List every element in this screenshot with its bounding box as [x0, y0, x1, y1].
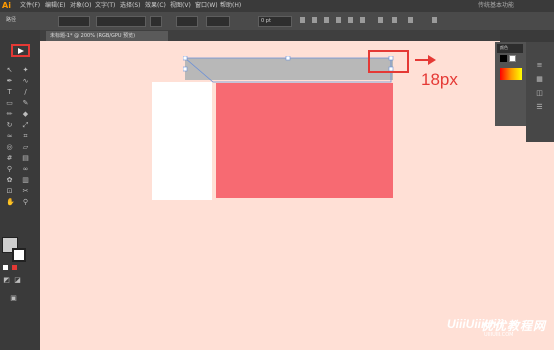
tools-panel: ↖ ✦ ✒ ∿ T / ▭ ✎ ✏ ◆ ↻ ⤢ ≈ ⌗ ◎ ▱ # ▤ ⚲ ∞ …: [0, 30, 40, 350]
menu-object[interactable]: 对象(O): [70, 0, 91, 12]
selection-bounding-box: [183, 56, 394, 83]
transform-icon[interactable]: [378, 17, 383, 23]
control-bar: 路径 0 pt: [0, 12, 554, 30]
gradient-icon[interactable]: ▤: [22, 155, 29, 162]
free-transform-icon[interactable]: ⌗: [22, 133, 29, 140]
direct-selection-icon[interactable]: ↖: [6, 67, 13, 74]
magic-wand-icon[interactable]: ✦: [22, 67, 29, 74]
blend-icon[interactable]: ∞: [22, 166, 29, 173]
control-bar-label: 路径: [6, 17, 17, 23]
menu-window[interactable]: 窗口(W): [195, 0, 218, 12]
menu-file[interactable]: 文件(F): [20, 0, 40, 12]
zoom-icon[interactable]: ⚲: [22, 199, 29, 206]
line-icon[interactable]: /: [22, 89, 29, 96]
workspace-switcher[interactable]: 传统基本功能: [478, 0, 514, 12]
menu-help[interactable]: 帮助(H): [220, 0, 241, 12]
brush-icon[interactable]: ✎: [22, 100, 29, 107]
none-color-icon[interactable]: [12, 265, 17, 270]
align-middle-icon[interactable]: [348, 17, 353, 23]
slice-icon[interactable]: ✂: [22, 188, 29, 195]
white-rectangle[interactable]: [152, 82, 212, 200]
perspective-icon[interactable]: ▱: [22, 144, 29, 151]
align-top-icon[interactable]: [336, 17, 341, 23]
color-spectrum[interactable]: [500, 68, 522, 80]
hand-icon[interactable]: ✋: [6, 199, 15, 206]
highlight-box: [368, 50, 409, 73]
document-tab[interactable]: 未标题-1* @ 200% (RGB/GPU 预览): [46, 31, 168, 41]
type-icon[interactable]: T: [6, 89, 13, 96]
artboard-icon[interactable]: ⊡: [6, 188, 13, 195]
pathfinder-panel-icon[interactable]: ◫: [536, 90, 543, 97]
stroke-weight-input[interactable]: 0 pt: [258, 16, 292, 27]
warp-icon[interactable]: ≈: [6, 133, 13, 140]
menu-select[interactable]: 选择(S): [120, 0, 141, 12]
curvature-icon[interactable]: ∿: [22, 78, 29, 85]
rotate-icon[interactable]: ↻: [6, 122, 13, 129]
align-right-icon[interactable]: [324, 17, 329, 23]
pencil-icon[interactable]: ✏: [6, 111, 13, 118]
draw-normal-icon[interactable]: ◩: [3, 277, 10, 284]
pen-icon[interactable]: ✒: [6, 78, 13, 85]
panel-icons-column: ≡ ▦ ◫ ☰: [526, 42, 554, 142]
graph-icon[interactable]: ▥: [22, 177, 29, 184]
color-panel-tab[interactable]: 颜色: [497, 44, 523, 53]
red-rectangle[interactable]: [216, 83, 393, 198]
app-logo: Ai: [2, 1, 11, 10]
default-colors-icon[interactable]: [3, 265, 8, 270]
arrow-line: [415, 59, 429, 61]
fill-dropdown[interactable]: [58, 16, 90, 27]
screen-mode-icon[interactable]: ▣: [10, 295, 17, 302]
black-swatch[interactable]: [500, 55, 507, 62]
brush-dropdown[interactable]: [176, 16, 198, 27]
transform-panel-icon[interactable]: ▦: [536, 76, 543, 83]
eraser-icon[interactable]: ◆: [22, 111, 29, 118]
align-panel-icon[interactable]: ≡: [536, 62, 543, 69]
arrange-icon[interactable]: [408, 17, 413, 23]
menu-edit[interactable]: 编辑(E): [45, 0, 65, 12]
symbol-icon[interactable]: ✿: [6, 177, 13, 184]
selection-tool-icon[interactable]: [11, 44, 30, 57]
align-center-icon[interactable]: [312, 17, 317, 23]
align-bottom-icon[interactable]: [360, 17, 365, 23]
shape-builder-icon[interactable]: ◎: [6, 144, 13, 151]
mesh-icon[interactable]: #: [6, 155, 13, 162]
annotation-label: 18px: [421, 70, 458, 89]
stroke-color-swatch[interactable]: [12, 248, 26, 262]
scale-icon[interactable]: ⤢: [22, 122, 29, 129]
layers-panel-icon[interactable]: ☰: [536, 104, 543, 111]
arrow-head-icon: [428, 55, 436, 65]
menu-effect[interactable]: 效果(C): [145, 0, 166, 12]
eyedropper-icon[interactable]: ⚲: [6, 166, 13, 173]
panel-dock-header: [500, 30, 554, 42]
color-panel-title: 颜色: [500, 45, 508, 50]
opacity-dropdown[interactable]: [206, 16, 230, 27]
draw-behind-icon[interactable]: ◪: [14, 277, 21, 284]
menu-type[interactable]: 文字(T): [95, 0, 115, 12]
white-swatch[interactable]: [509, 55, 516, 62]
stroke-style[interactable]: [150, 16, 162, 27]
rectangle-icon[interactable]: ▭: [6, 100, 13, 107]
stroke-dropdown[interactable]: [96, 16, 146, 27]
menu-bar: Ai 文件(F) 编辑(E) 对象(O) 文字(T) 选择(S) 效果(C) 视…: [0, 0, 554, 12]
isolate-icon[interactable]: [392, 17, 397, 23]
align-left-icon[interactable]: [300, 17, 305, 23]
watermark-url: UIIIUIII.COM: [484, 332, 514, 338]
menu-view[interactable]: 视图(V): [170, 0, 191, 12]
grid-icon[interactable]: [432, 17, 437, 23]
